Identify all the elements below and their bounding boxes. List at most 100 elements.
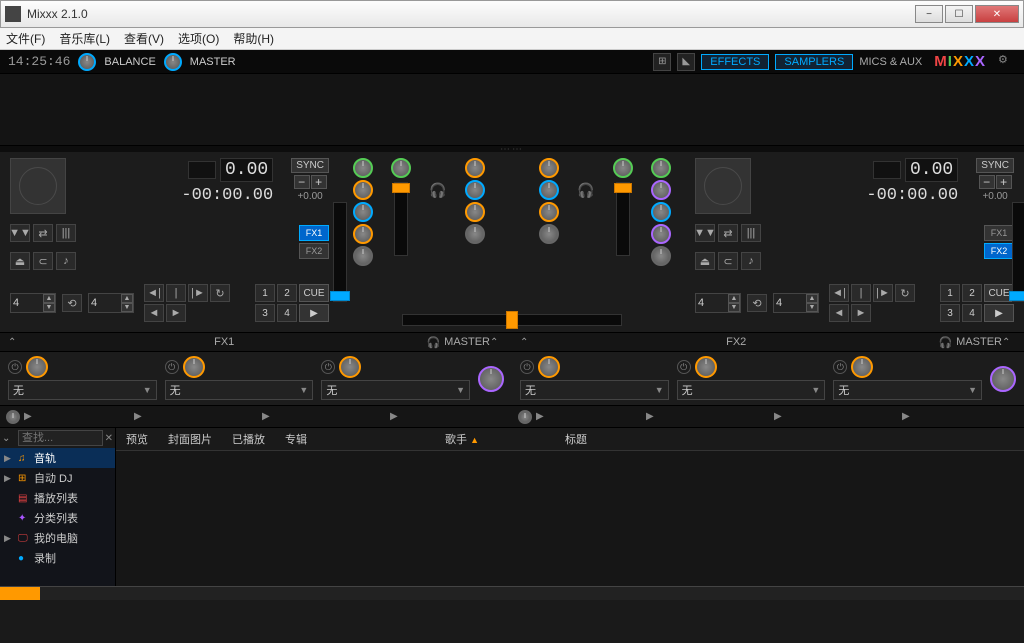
- sampler-7[interactable]: ▶: [768, 411, 896, 422]
- deck1-loop-size[interactable]: ▲▼: [10, 293, 56, 313]
- ch4-hi-knob[interactable]: [651, 180, 671, 200]
- deck2-keylock-icon[interactable]: ⊂: [718, 252, 738, 270]
- ch4-lo-knob[interactable]: [651, 224, 671, 244]
- sampler-5[interactable]: ▶: [512, 410, 640, 424]
- vinyl-toggle-icon[interactable]: ⊞: [653, 53, 671, 71]
- ch2-mid-knob[interactable]: [539, 180, 559, 200]
- search-clear-icon[interactable]: ✕: [105, 433, 113, 444]
- sampler1-gain-knob[interactable]: [6, 410, 20, 424]
- menu-library[interactable]: 音乐库(L): [59, 30, 110, 47]
- fx1-expand-icon[interactable]: ⌃: [8, 337, 22, 348]
- deck2-slip-icon[interactable]: |||: [741, 224, 761, 242]
- ch1-pfl-icon[interactable]: 🎧: [429, 182, 446, 199]
- mics-aux-toggle[interactable]: MICS & AUX: [859, 56, 922, 68]
- sampler5-gain-knob[interactable]: [518, 410, 532, 424]
- menu-view[interactable]: 查看(V): [124, 30, 164, 47]
- sampler4-play-icon[interactable]: ▶: [390, 411, 398, 422]
- deck1-time[interactable]: -00:00.00: [181, 186, 273, 205]
- tree-autodj[interactable]: ▶⊞自动 DJ: [0, 468, 115, 488]
- ch4-mid-knob[interactable]: [651, 202, 671, 222]
- deck1-eject-icon[interactable]: ⏏: [10, 252, 30, 270]
- fx2-collapse-icon[interactable]: ⌃: [1002, 337, 1016, 348]
- deck2-hotcue-3[interactable]: 3: [940, 304, 960, 322]
- sampler-3[interactable]: ▶: [256, 411, 384, 422]
- library-table-body[interactable]: [116, 451, 1024, 586]
- deck2-fx1-assign[interactable]: FX1: [984, 225, 1014, 241]
- fx2-slot1-power-icon[interactable]: ⏻: [520, 360, 534, 374]
- deck2-reloop-icon[interactable]: ↻: [895, 284, 915, 302]
- ch2-pfl-icon[interactable]: 🎧: [577, 182, 594, 199]
- fx2-super-knob[interactable]: [990, 366, 1016, 392]
- deck2-tempo-slider[interactable]: [1012, 202, 1024, 302]
- deck2-hotcue-4[interactable]: 4: [962, 304, 982, 322]
- close-button[interactable]: ✕: [975, 5, 1019, 23]
- fx1-slot1-power-icon[interactable]: ⏻: [8, 360, 22, 374]
- fx2-slot2-select[interactable]: 无▼: [677, 380, 826, 400]
- sampler8-play-icon[interactable]: ▶: [902, 411, 910, 422]
- fx1-slot3-meta-knob[interactable]: [339, 356, 361, 378]
- ch3-mid-knob[interactable]: [353, 202, 373, 222]
- menu-options[interactable]: 选项(O): [178, 30, 219, 47]
- ch2-gain-knob[interactable]: [613, 158, 633, 178]
- deck2-rate-up[interactable]: +: [996, 175, 1012, 189]
- ch3-hi-knob[interactable]: [353, 180, 373, 200]
- tree-tracks[interactable]: ▶♫音轨: [0, 448, 115, 468]
- ch1-gain-knob[interactable]: [391, 158, 411, 178]
- ch4-gain-knob[interactable]: [651, 158, 671, 178]
- deck2-sync-button[interactable]: SYNC: [976, 158, 1014, 173]
- sampler5-play-icon[interactable]: ▶: [536, 411, 544, 422]
- deck1-loop-toggle-icon[interactable]: ⟲: [62, 294, 82, 312]
- fx1-slot2-select[interactable]: 无▼: [165, 380, 314, 400]
- fx1-slot3-select[interactable]: 无▼: [321, 380, 470, 400]
- maximize-button[interactable]: ☐: [945, 5, 973, 23]
- fx2-slot1-meta-knob[interactable]: [538, 356, 560, 378]
- ch2-lo-knob[interactable]: [539, 202, 559, 222]
- deck2-play-button[interactable]: ▶: [984, 304, 1014, 322]
- deck1-jump-back-icon[interactable]: ◄: [144, 304, 164, 322]
- deck2-time[interactable]: -00:00.00: [866, 186, 958, 205]
- deck1-fx1-assign[interactable]: FX1: [299, 225, 329, 241]
- ch1-mid-knob[interactable]: [465, 180, 485, 200]
- deck1-slip-icon[interactable]: |||: [56, 224, 76, 242]
- master-knob[interactable]: [164, 53, 182, 71]
- deck1-flag-left-icon[interactable]: ◄|: [144, 284, 164, 302]
- deck2-flag-right-icon[interactable]: |►: [873, 284, 893, 302]
- deck1-quantize-icon[interactable]: ▼▼: [10, 224, 30, 242]
- fx2-slot2-power-icon[interactable]: ⏻: [677, 360, 691, 374]
- ch2-filter-knob[interactable]: [539, 224, 559, 244]
- deck2-eject-icon[interactable]: ⏏: [695, 252, 715, 270]
- menu-help[interactable]: 帮助(H): [233, 30, 274, 47]
- sampler-2[interactable]: ▶: [128, 411, 256, 422]
- menu-file[interactable]: 文件(F): [6, 30, 45, 47]
- fx1-slot2-power-icon[interactable]: ⏻: [165, 360, 179, 374]
- ch3-lo-knob[interactable]: [353, 224, 373, 244]
- deck2-jump-fwd-icon[interactable]: ►: [851, 304, 871, 322]
- sampler-1[interactable]: ▶: [0, 410, 128, 424]
- fx2-slot2-meta-knob[interactable]: [695, 356, 717, 378]
- samplers-toggle[interactable]: SAMPLERS: [775, 54, 853, 70]
- deck1-rate-up[interactable]: +: [311, 175, 327, 189]
- deck1-flag-right-icon[interactable]: |►: [188, 284, 208, 302]
- balance-knob[interactable]: [78, 53, 96, 71]
- col-played[interactable]: 已播放: [222, 431, 275, 447]
- deck1-bpm[interactable]: 0.00: [220, 158, 273, 182]
- deck1-hotcue-1[interactable]: 1: [255, 284, 275, 302]
- sampler-4[interactable]: ▶: [384, 411, 512, 422]
- fx2-slot1-select[interactable]: 无▼: [520, 380, 669, 400]
- tree-computer[interactable]: ▶🖵我的电脑: [0, 528, 115, 548]
- deck1-cue-button[interactable]: CUE: [299, 284, 329, 302]
- fx2-slot3-select[interactable]: 无▼: [833, 380, 982, 400]
- tree-crates[interactable]: ✦分类列表: [0, 508, 115, 528]
- sampler1-play-icon[interactable]: ▶: [24, 411, 32, 422]
- fx1-slot1-meta-knob[interactable]: [26, 356, 48, 378]
- col-title[interactable]: 标题: [555, 431, 597, 447]
- sampler-8[interactable]: ▶: [896, 411, 1024, 422]
- fx2-slot3-meta-knob[interactable]: [851, 356, 873, 378]
- tree-playlists[interactable]: ▤播放列表: [0, 488, 115, 508]
- fx1-slot3-power-icon[interactable]: ⏻: [321, 360, 335, 374]
- deck2-fx2-assign[interactable]: FX2: [984, 243, 1014, 259]
- ch3-gain-knob[interactable]: [353, 158, 373, 178]
- deck2-note-icon[interactable]: ♪: [741, 252, 761, 270]
- fx1-collapse-icon[interactable]: ⌃: [490, 337, 504, 348]
- crossfader[interactable]: [402, 314, 622, 326]
